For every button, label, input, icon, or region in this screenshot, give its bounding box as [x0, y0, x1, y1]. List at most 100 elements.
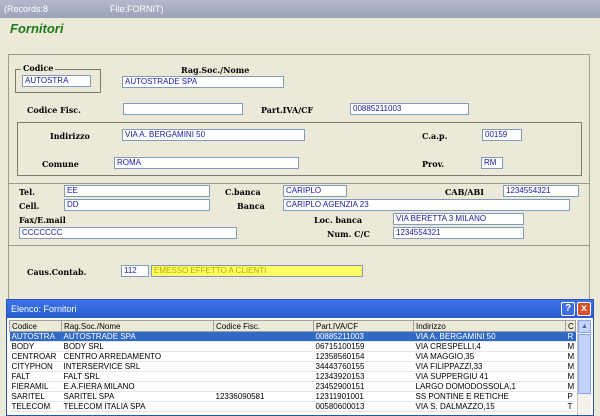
column-header-codfisc[interactable]: Codice Fisc. — [213, 320, 314, 332]
cababi-label: CAB/ABI — [445, 187, 484, 197]
table-row[interactable]: FALT FALT SRL 12343920153 VIA SUPPERGIU … — [9, 371, 576, 382]
column-header-indirizzo[interactable]: Indirizzo — [413, 320, 566, 332]
table-row[interactable]: CITYPHON INTERSERVICE SRL 34443760155 VI… — [9, 361, 576, 372]
cell-codice: FIERAMIL — [9, 381, 62, 392]
supplier-form: Fornitori Codice AUTOSTRA Rag.Soc./Nome … — [0, 18, 600, 309]
cell-partiva: 12311901001 — [313, 391, 414, 402]
cell-indirizzo: SS PONTINE E RETICHE — [413, 391, 566, 402]
codice-label: Codice — [21, 63, 56, 73]
cell-c: M — [565, 341, 576, 352]
cell-codfisc — [213, 361, 314, 372]
comune-field[interactable]: ROMA — [114, 157, 299, 169]
scrollbar-thumb[interactable] — [578, 334, 591, 394]
cell-indirizzo: VIA A. BERGAMINI 50 — [413, 331, 566, 342]
indirizzo-field[interactable]: VIA A. BERGAMINI 50 — [122, 129, 305, 141]
tel-label: Tel. — [19, 187, 35, 197]
column-header-codice[interactable]: Codice — [9, 320, 62, 332]
tel-field[interactable]: EE — [64, 185, 210, 197]
file-name: File:FORNIT) — [110, 4, 164, 14]
comune-label: Comune — [42, 159, 79, 169]
indirizzo-label: Indirizzo — [50, 131, 90, 141]
cell-ragsoc: CENTRO ARREDAMENTO — [61, 351, 214, 362]
codice-field[interactable]: AUTOSTRA — [22, 75, 91, 87]
app-titlebar: (Records:8 File:FORNIT) — [0, 0, 600, 18]
faxemail-label: Fax/E.mail — [19, 215, 66, 225]
separator — [9, 245, 589, 246]
table-row[interactable]: AUTOSTRA AUTOSTRADE SPA 00885211003 VIA … — [9, 331, 576, 342]
banca-field[interactable]: CARIPLO AGENZIA 23 — [283, 199, 570, 211]
ragsoc-field[interactable]: AUTOSTRADE SPA — [122, 76, 284, 88]
cell-c: M — [565, 371, 576, 382]
vertical-scrollbar[interactable]: ▲ — [577, 320, 591, 415]
cell-c: P — [565, 391, 576, 402]
cell-codice: FALT — [9, 371, 62, 382]
cell-indirizzo: VIA SUPPERGIU 41 — [413, 371, 566, 382]
records-count: (Records:8 — [4, 4, 49, 14]
prov-label: Prov. — [422, 159, 445, 169]
page-title: Fornitori — [10, 21, 64, 36]
cell-c: M — [565, 361, 576, 372]
cell-codice: TELECOM — [9, 401, 62, 412]
causcontab-code-field[interactable]: 112 — [121, 265, 149, 277]
cell-ragsoc: INTERSERVICE SRL — [61, 361, 214, 372]
partiva-field[interactable]: 00885211003 — [350, 103, 469, 115]
cell-codfisc: 12336090581 — [213, 391, 314, 402]
table-row[interactable]: TELECOM TELECOM ITALIA SPA 00580600013 V… — [9, 401, 576, 412]
cbanca-field[interactable]: CARIPLO — [283, 185, 347, 197]
banca-label: Banca — [237, 201, 265, 211]
cell-codfisc — [213, 341, 314, 352]
locbanca-field[interactable]: VIA BERETTA 3 MILANO — [393, 213, 524, 225]
numcc-label: Num. C/C — [327, 229, 370, 239]
table-row[interactable]: CENTROAR CENTRO ARREDAMENTO 12358560154 … — [9, 351, 576, 362]
cbanca-label: C.banca — [225, 187, 261, 197]
cell-ragsoc: SARITEL SPA — [61, 391, 214, 402]
cell-codice: CENTROAR — [9, 351, 62, 362]
cell-field[interactable]: DD — [64, 199, 210, 211]
help-icon[interactable]: ? — [561, 302, 575, 316]
cell-indirizzo: VIA CRESPELLI,4 — [413, 341, 566, 352]
cell-partiva: 12358560154 — [313, 351, 414, 362]
cell-codfisc — [213, 401, 314, 412]
codfisc-label: Codice Fisc. — [27, 105, 81, 115]
cell-codfisc — [213, 381, 314, 392]
column-header-partiva[interactable]: Part.IVA/CF — [313, 320, 414, 332]
cell-codice: SARITEL — [9, 391, 62, 402]
table-row[interactable]: FIERAMIL E.A.FIERA MILANO 23452900151 LA… — [9, 381, 576, 392]
prov-field[interactable]: RM — [481, 157, 503, 169]
cap-label: C.a.p. — [422, 131, 448, 141]
cell-partiva: 23452900151 — [313, 381, 414, 392]
separator — [9, 183, 589, 184]
cell-ragsoc: TELECOM ITALIA SPA — [61, 401, 214, 412]
cell-c: T — [565, 401, 576, 412]
cap-field[interactable]: 00159 — [482, 129, 522, 141]
codfisc-field[interactable] — [123, 103, 243, 115]
partiva-label: Part.IVA/CF — [261, 105, 314, 115]
cell-indirizzo: VIA S. DALMAZZO,15 — [413, 401, 566, 412]
ragsoc-label: Rag.Soc./Nome — [181, 65, 250, 75]
cell-ragsoc: AUTOSTRADE SPA — [61, 331, 214, 342]
form-panel: Codice AUTOSTRA Rag.Soc./Nome AUTOSTRADE… — [8, 54, 590, 309]
column-header-ragsoc[interactable]: Rag.Soc./Nome — [61, 320, 214, 332]
cell-c: M — [565, 381, 576, 392]
cell-codfisc — [213, 371, 314, 382]
cell-ragsoc: E.A.FIERA MILANO — [61, 381, 214, 392]
causcontab-description: EMESSO EFFETTO A CLIENTI — [151, 265, 363, 277]
numcc-field[interactable]: 1234554321 — [393, 227, 524, 239]
cell-indirizzo: LARGO DOMODOSSOLA,1 — [413, 381, 566, 392]
table-row[interactable]: SARITEL SARITEL SPA 12336090581 12311901… — [9, 391, 576, 402]
cell-indirizzo: VIA MAGGIO,35 — [413, 351, 566, 362]
cell-codfisc — [213, 351, 314, 362]
cell-partiva: 06715100159 — [313, 341, 414, 352]
table-row[interactable]: BODY BODY SRL 06715100159 VIA CRESPELLI,… — [9, 341, 576, 352]
locbanca-label: Loc. banca — [314, 215, 363, 225]
cell-indirizzo: VIA FILIPPAZZI,33 — [413, 361, 566, 372]
scroll-up-arrow-icon[interactable]: ▲ — [578, 320, 591, 333]
cababi-field[interactable]: 1234554321 — [503, 185, 579, 197]
cell-codfisc — [213, 331, 314, 342]
column-header-c[interactable]: C — [565, 320, 576, 332]
faxemail-field[interactable]: CCCCCCC — [19, 227, 237, 239]
cell-partiva: 00885211003 — [313, 331, 414, 342]
cell-partiva: 12343920153 — [313, 371, 414, 382]
close-icon[interactable]: x — [577, 302, 591, 316]
cell-label: Cell. — [19, 201, 40, 211]
